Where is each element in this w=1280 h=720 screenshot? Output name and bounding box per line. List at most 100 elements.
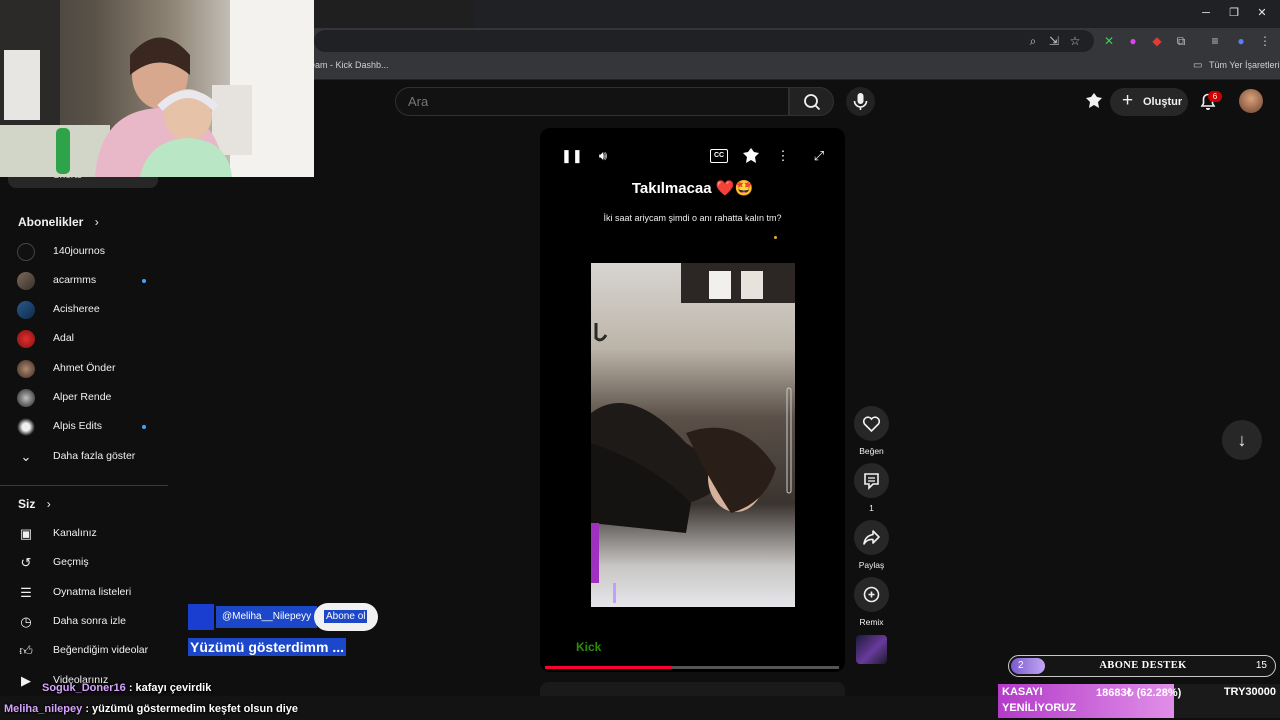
new-content-dot <box>142 279 146 283</box>
sidebar-item-liked-videos[interactable]: 👍︎ Beğendiğim videolar <box>0 636 168 665</box>
subscription-label: Alpis Edits <box>53 420 103 432</box>
donation-goal-line1: KASAYI <box>1002 686 1043 698</box>
next-short-button[interactable]: ↓ <box>1222 420 1262 460</box>
subscription-label: 140journos <box>53 245 105 257</box>
sidebar-item-watch-later[interactable]: ◷ Daha sonra izle <box>0 607 168 636</box>
you-heading[interactable]: Siz › <box>18 497 51 511</box>
remix-icon[interactable] <box>741 147 761 165</box>
comment-count: 1 <box>869 503 874 513</box>
extension-icon[interactable]: ◆ <box>1148 33 1166 49</box>
voice-search-button[interactable] <box>846 87 875 116</box>
chat-text: : yüzümü göstermedim keşfet olsun diye <box>85 703 299 715</box>
subscribe-label: Abone ol <box>324 610 368 623</box>
volume-icon[interactable]: 🔊︎ <box>586 148 620 164</box>
more-options-icon[interactable]: ⋮ <box>776 148 790 164</box>
notification-badge: 6 <box>1208 91 1222 102</box>
short-video-frame <box>591 263 795 607</box>
bookmark-kick-dashboard[interactable]: eam - Kick Dashb... <box>310 60 389 70</box>
extension-icon[interactable]: ● <box>1124 33 1142 49</box>
comments-button[interactable] <box>854 463 889 498</box>
sparkle-dot <box>774 236 777 239</box>
channel-handle[interactable]: @Meliha__Nilepeyy <box>216 606 318 628</box>
sidebar-subscription[interactable]: Alpis Edits <box>0 412 168 441</box>
extensions-puzzle-icon[interactable]: ⧉ <box>1172 33 1190 49</box>
close-icon[interactable]: ✕ <box>1252 4 1272 22</box>
channel-avatar <box>17 330 35 348</box>
short-caption[interactable]: Yüzümü gösterdimm ... <box>188 638 347 656</box>
donation-goal-amount: 18683₺ (62.28%) <box>1096 687 1182 699</box>
zoom-icon[interactable]: ⌕ <box>1024 33 1042 49</box>
browser-tab[interactable] <box>314 0 474 28</box>
remix-label: Remix <box>859 617 884 627</box>
fullscreen-icon[interactable]: ⤢ <box>810 148 828 164</box>
share-button[interactable] <box>854 520 889 555</box>
subscriber-goal-widget: 2 ABONE DESTEK 15 <box>1008 655 1276 677</box>
profile-icon[interactable]: ● <box>1232 33 1250 49</box>
channel-avatar <box>17 301 35 319</box>
chat-message: Meliha_nilepey : yüzümü göstermedim keşf… <box>4 703 298 715</box>
browser-menu-icon[interactable]: ⋮ <box>1256 33 1274 49</box>
chevron-down-icon: ⌄ <box>20 449 32 464</box>
short-subtitle: İki saat ariycam şimdi o anı rahatta kal… <box>603 213 782 223</box>
captions-icon[interactable]: CC <box>710 149 728 163</box>
sidebar-item-playlists[interactable]: ☰ Oynatma listeleri <box>0 578 168 607</box>
sidebar-item-history[interactable]: ↺ Geçmiş <box>0 548 168 577</box>
sidebar-subscription[interactable]: 140journos <box>0 237 168 266</box>
short-progress-fill <box>545 666 672 669</box>
subscriptions-heading[interactable]: Abonelikler › <box>18 215 99 229</box>
extension-x-icon[interactable]: ✕ <box>1100 33 1118 49</box>
chat-username: Soguk_Doner16 <box>42 682 126 694</box>
webcam-overlay <box>0 0 314 177</box>
plus-icon: + <box>1122 90 1134 111</box>
create-label: Oluştur <box>1143 96 1183 108</box>
search-button[interactable] <box>789 87 834 116</box>
sidebar-item-label: Geçmiş <box>53 556 89 568</box>
sidebar-subscription[interactable]: Alper Rende <box>0 383 168 412</box>
shorts-remix-icon[interactable] <box>1084 91 1104 111</box>
pause-icon[interactable]: ❚❚ <box>561 148 583 164</box>
chat-text: : kafayı çevirdik <box>128 682 212 694</box>
bookmark-star-icon[interactable]: ☆ <box>1066 33 1084 49</box>
next-short-preview[interactable] <box>540 682 845 696</box>
donation-goal-target: TRY30000 <box>1223 686 1276 698</box>
subscribe-button[interactable]: Abone ol <box>314 603 378 631</box>
sidebar-item-your-channel[interactable]: ▣ Kanalınız <box>0 519 168 548</box>
arrow-down-icon: ↓ <box>1237 430 1247 450</box>
sidebar-subscription[interactable]: acarmms <box>0 266 168 295</box>
sidebar-subscription[interactable]: Acisheree <box>0 295 168 324</box>
sound-thumbnail[interactable] <box>856 635 887 664</box>
subscription-label: Acisheree <box>53 303 100 315</box>
sidebar-subscription[interactable]: Adal <box>0 324 168 353</box>
install-icon[interactable]: ⇲ <box>1045 33 1063 49</box>
new-content-dot <box>142 425 146 429</box>
address-bar[interactable] <box>314 30 1094 52</box>
sidebar-item-label: Beğendiğim videolar <box>53 644 149 656</box>
create-button[interactable]: + Oluştur <box>1110 88 1188 116</box>
all-bookmarks[interactable]: Tüm Yer İşaretleri <box>1209 60 1280 70</box>
subscription-label: Alper Rende <box>53 391 112 403</box>
history-icon: ↺ <box>20 555 32 570</box>
search-box[interactable] <box>395 87 789 116</box>
share-label: Paylaş <box>858 560 885 570</box>
subscriptions-heading-label: Abonelikler <box>18 215 84 229</box>
media-controls-icon[interactable]: ≡ <box>1206 33 1224 49</box>
minimize-icon[interactable]: ─ <box>1196 4 1216 22</box>
sidebar-item-label: Daha sonra izle <box>53 615 126 627</box>
show-more-label: Daha fazla göster <box>53 450 136 462</box>
search-input[interactable] <box>408 94 768 109</box>
account-avatar[interactable] <box>1239 89 1263 113</box>
share-icon <box>863 530 880 545</box>
like-button[interactable] <box>854 406 889 441</box>
subscription-label: Adal <box>53 332 75 344</box>
you-heading-label: Siz <box>18 497 36 511</box>
show-more-button[interactable]: ⌄ Daha fazla göster <box>0 442 168 471</box>
sidebar-subscription[interactable]: Ahmet Önder <box>0 354 168 383</box>
maximize-icon[interactable]: ❐ <box>1224 4 1244 22</box>
folder-icon: ▭ <box>1193 60 1203 71</box>
comment-icon <box>864 473 879 490</box>
channel-avatar[interactable] <box>188 604 214 630</box>
microphone-icon <box>853 93 868 110</box>
chat-username: Meliha_nilepey <box>4 703 83 715</box>
remix-button[interactable] <box>854 577 889 612</box>
sidebar-item-label: Kanalınız <box>53 527 97 539</box>
